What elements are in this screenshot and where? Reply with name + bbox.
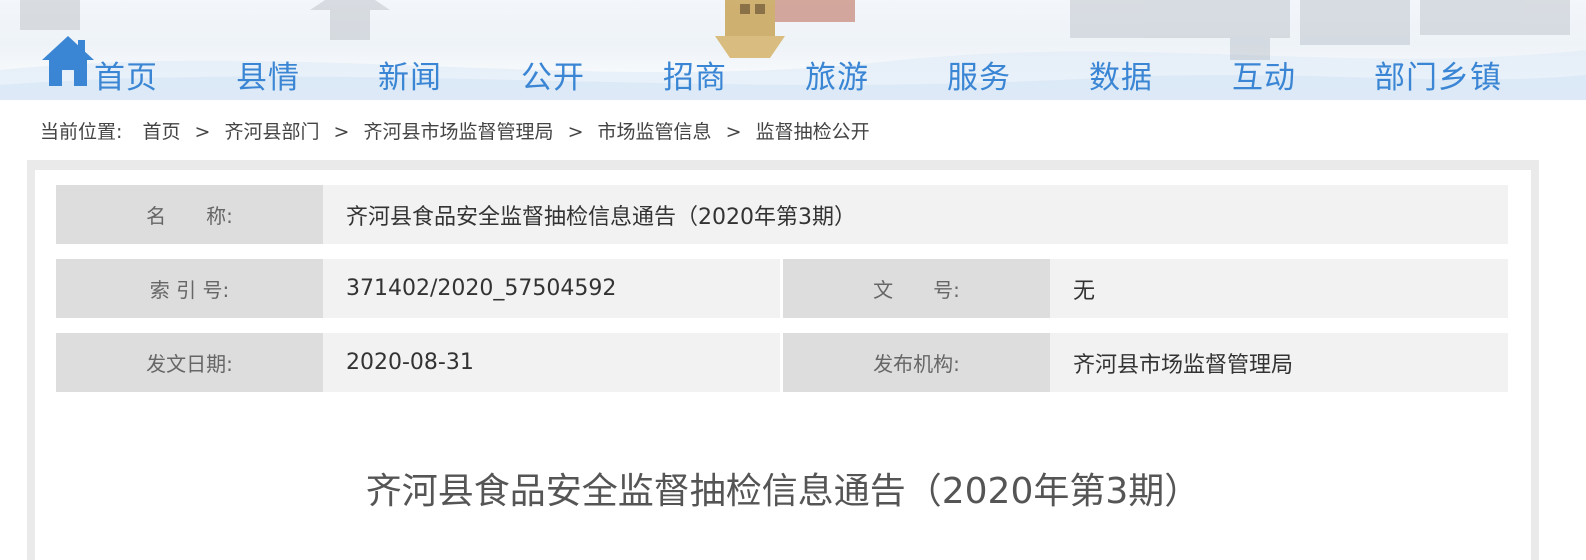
breadcrumb-departments[interactable]: 齐河县部门 — [224, 121, 319, 143]
nav-data[interactable]: 数据 — [1089, 52, 1153, 97]
docno-value: 无 — [1073, 278, 1096, 304]
nav-tourism[interactable]: 旅游 — [805, 52, 869, 97]
breadcrumb-separator: > — [194, 121, 211, 143]
nav-investment[interactable]: 招商 — [663, 52, 727, 97]
info-row-name: 名 称: 齐河县食品安全监督抽检信息通告（2020年第3期） — [56, 185, 1508, 244]
info-row-index: 索 引 号: 371402/2020_57504592 文 号: 无 — [56, 259, 1508, 318]
docno-label: 文 号: — [783, 259, 1050, 318]
breadcrumb-market-info[interactable]: 市场监管信息 — [598, 121, 712, 143]
index-value: 371402/2020_57504592 — [346, 276, 617, 301]
nav-service[interactable]: 服务 — [947, 52, 1011, 97]
name-value: 齐河县食品安全监督抽检信息通告（2020年第3期） — [346, 204, 856, 230]
name-label: 名 称: — [56, 185, 323, 244]
nav-interaction[interactable]: 互动 — [1232, 52, 1296, 97]
breadcrumb: 当前位置: 首页 > 齐河县部门 > 齐河县市场监督管理局 > 市场监管信息 >… — [40, 117, 870, 144]
breadcrumb-lead: 当前位置: — [40, 121, 123, 143]
content-panel: 名 称: 齐河县食品安全监督抽检信息通告（2020年第3期） 索 引 号: 37… — [27, 160, 1539, 560]
nav-public[interactable]: 公开 — [521, 52, 585, 97]
nav-departments[interactable]: 部门乡镇 — [1374, 52, 1502, 97]
document-title: 齐河县食品安全监督抽检信息通告（2020年第3期） — [365, 471, 1201, 512]
breadcrumb-home[interactable]: 首页 — [142, 121, 180, 143]
main-nav: 首页 县情 新闻 公开 招商 旅游 服务 数据 互动 部门乡镇 — [40, 30, 1560, 97]
breadcrumb-market-bureau[interactable]: 齐河县市场监督管理局 — [364, 121, 554, 143]
nav-county[interactable]: 县情 — [236, 52, 300, 97]
content-inner: 名 称: 齐河县食品安全监督抽检信息通告（2020年第3期） 索 引 号: 37… — [35, 170, 1531, 560]
home-icon[interactable] — [40, 32, 96, 88]
nav-news[interactable]: 新闻 — [378, 52, 442, 97]
breadcrumb-separator: > — [567, 121, 584, 143]
org-value: 齐河县市场监督管理局 — [1073, 352, 1294, 378]
breadcrumb-separator: > — [725, 121, 742, 143]
date-value: 2020-08-31 — [346, 350, 474, 375]
date-label: 发文日期: — [56, 333, 323, 392]
breadcrumb-separator: > — [333, 121, 350, 143]
index-label: 索 引 号: — [56, 259, 323, 318]
nav-home[interactable]: 首页 — [94, 52, 158, 97]
info-row-date: 发文日期: 2020-08-31 发布机构: 齐河县市场监督管理局 — [56, 333, 1508, 392]
breadcrumb-inspection[interactable]: 监督抽检公开 — [756, 121, 870, 143]
org-label: 发布机构: — [783, 333, 1050, 392]
